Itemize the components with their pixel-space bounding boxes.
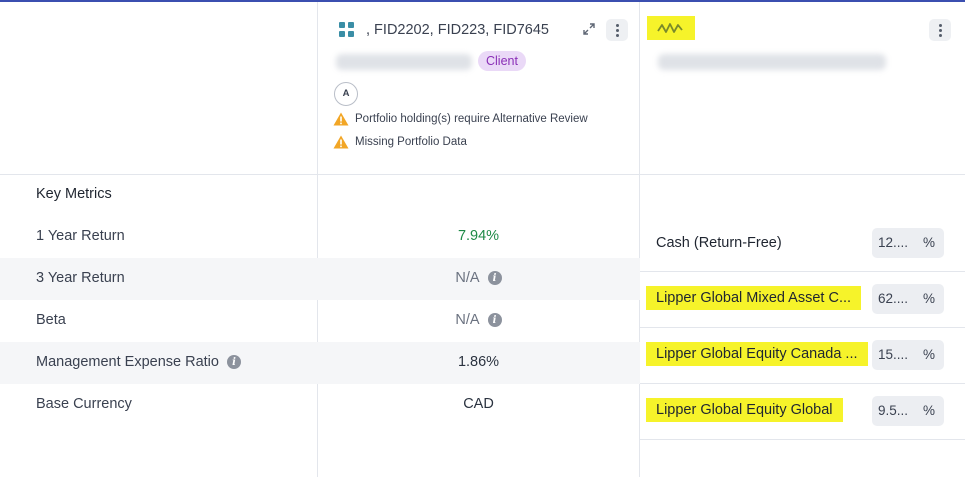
- benchmark-name: Cash (Return-Free): [656, 235, 782, 251]
- info-icon[interactable]: i: [226, 355, 241, 369]
- key-metrics-heading: Key Metrics: [36, 186, 112, 202]
- metric-value-beta: N/A i: [318, 312, 639, 328]
- portfolio-title: , FID2202, FID223, FID7645: [366, 22, 549, 38]
- benchmark-menu-button[interactable]: [929, 19, 951, 41]
- portfolio-header: , FID2202, FID223, FID7645 Client A Port…: [318, 2, 639, 174]
- allocation-input[interactable]: 9.5...%: [872, 396, 944, 426]
- metric-label-1yr: 1 Year Return: [36, 228, 125, 244]
- kebab-menu-icon: [938, 23, 942, 27]
- warning-icon: [333, 112, 349, 126]
- benchmark-header: [640, 2, 965, 174]
- metric-label-mer: Management Expense Ratio i: [36, 354, 241, 370]
- metric-value-3yr: N/A i: [318, 270, 639, 286]
- client-badge: Client: [478, 51, 526, 71]
- metric-value-1yr: 7.94%: [457, 228, 500, 244]
- header-divider: [0, 174, 965, 175]
- benchmark-name: Lipper Global Equity Global: [646, 398, 843, 422]
- warning-missing-data: Missing Portfolio Data: [333, 135, 467, 149]
- grid-icon: [339, 22, 355, 38]
- metric-label-beta: Beta: [36, 312, 66, 328]
- info-icon[interactable]: i: [487, 271, 502, 285]
- benchmark-row: Lipper Global Equity Global 9.5...%: [640, 384, 965, 440]
- benchmark-row: Lipper Global Equity Canada ... 15....%: [640, 328, 965, 384]
- blurred-portfolio-name: [336, 54, 472, 70]
- warning-icon: [333, 135, 349, 149]
- row-divider: [640, 439, 965, 440]
- metric-label-3yr: 3 Year Return: [36, 270, 125, 286]
- kebab-menu-icon: [615, 23, 619, 27]
- portfolio-menu-button[interactable]: [606, 19, 628, 41]
- benchmark-row: Lipper Global Mixed Asset C... 62....%: [640, 272, 965, 328]
- benchmark-name: Lipper Global Mixed Asset C...: [646, 286, 862, 310]
- avatar[interactable]: A: [334, 82, 358, 106]
- benchmark-name: Lipper Global Equity Canada ...: [646, 342, 868, 366]
- metric-label-currency: Base Currency: [36, 396, 132, 412]
- blurred-benchmark-name: [658, 54, 886, 70]
- info-icon[interactable]: i: [487, 313, 502, 327]
- metric-value-mer: 1.86%: [457, 354, 500, 370]
- warning-alternative-review: Portfolio holding(s) require Alternative…: [333, 112, 588, 126]
- wave-icon: [647, 16, 695, 40]
- benchmark-row: Cash (Return-Free) 12....%: [640, 216, 965, 272]
- allocation-input[interactable]: 12....%: [872, 228, 944, 258]
- allocation-input[interactable]: 15....%: [872, 340, 944, 370]
- expand-icon[interactable]: [582, 22, 596, 36]
- allocation-input[interactable]: 62....%: [872, 284, 944, 314]
- metric-value-currency: CAD: [463, 396, 494, 412]
